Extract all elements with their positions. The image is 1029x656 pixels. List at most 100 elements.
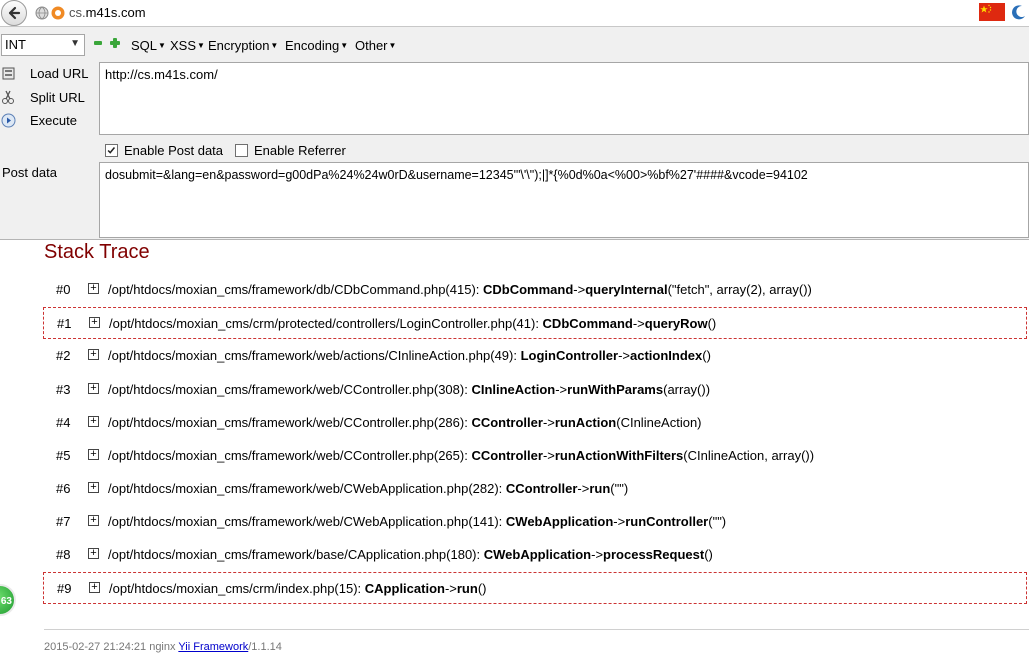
expand-icon[interactable]: + [88, 515, 99, 526]
trace-file: /opt/htdocs/moxian_cms/framework/web/CCo… [108, 448, 472, 463]
expand-icon[interactable]: + [88, 548, 99, 559]
load-url-button[interactable]: Load URL [0, 64, 96, 84]
trace-row[interactable]: #8 + /opt/htdocs/moxian_cms/framework/base… [43, 539, 1027, 571]
checkbox-unchecked-icon[interactable] [235, 144, 248, 157]
trace-row[interactable]: #3 + /opt/htdocs/moxian_cms/framework/web/… [43, 374, 1027, 406]
trace-row[interactable]: #5 + /opt/htdocs/moxian_cms/framework/web/… [43, 440, 1027, 472]
trace-method: actionIndex [630, 348, 703, 363]
expand-icon[interactable]: + [89, 317, 100, 328]
site-icon [51, 6, 65, 20]
trace-row[interactable]: #6 + /opt/htdocs/moxian_cms/framework/web/… [43, 473, 1027, 505]
trace-file: /opt/htdocs/moxian_cms/framework/web/CWe… [108, 481, 506, 496]
trace-file: /opt/htdocs/moxian_cms/framework/web/CCo… [108, 415, 472, 430]
trace-args: ("fetch", array(2), array()) [667, 282, 812, 297]
chevron-down-icon: ▼ [70, 38, 80, 49]
expand-icon[interactable]: + [88, 416, 99, 427]
trace-number: #9 [57, 581, 72, 596]
footer: 2015-02-27 21:24:21 nginx Yii Framework/… [44, 641, 282, 653]
trace-number: #8 [56, 547, 71, 562]
trace-number: #0 [56, 282, 71, 297]
split-url-button[interactable]: Split URL [0, 88, 96, 108]
split-url-label: Split URL [30, 90, 85, 105]
menu-encryption[interactable]: Encryption▼ [208, 38, 278, 53]
post-data-label: Post data [2, 165, 57, 180]
trace-class: CDbCommand [542, 316, 633, 331]
trace-class: CInlineAction [471, 382, 556, 397]
trace-number: #6 [56, 481, 71, 496]
trace-file: /opt/htdocs/moxian_cms/framework/db/CDbC… [108, 282, 483, 297]
trace-row[interactable]: #2 + /opt/htdocs/moxian_cms/framework/web/… [43, 340, 1027, 372]
moon-icon[interactable] [1010, 4, 1027, 21]
menu-other[interactable]: Other▼ [355, 38, 396, 53]
trace-arrow: -> [618, 348, 631, 363]
trace-arrow: -> [542, 448, 555, 463]
expand-icon[interactable]: + [89, 582, 100, 593]
post-data-textarea[interactable]: dosubmit=&lang=en&password=g00dPa%24%24w… [99, 162, 1029, 238]
trace-method: runAction [554, 415, 617, 430]
trace-args: () [704, 547, 713, 562]
load-url-label: Load URL [30, 66, 89, 81]
trace-class: CController [505, 481, 578, 496]
expand-icon[interactable]: + [88, 383, 99, 394]
expand-icon[interactable]: + [88, 349, 99, 360]
trace-class: CController [471, 415, 543, 430]
trace-class: CController [471, 448, 543, 463]
trace-row[interactable]: #9 + /opt/htdocs/moxian_cms/crm/index.php(… [43, 572, 1027, 604]
trace-arrow: -> [444, 581, 457, 596]
execute-icon [1, 113, 16, 128]
address-bar: cs.m41s.com [0, 0, 1029, 27]
yii-framework-link[interactable]: Yii Framework [178, 641, 248, 653]
execute-button[interactable]: Execute [0, 111, 96, 131]
trace-number: #1 [57, 316, 72, 331]
trace-row[interactable]: #4 + /opt/htdocs/moxian_cms/framework/web/… [43, 407, 1027, 439]
trace-code: /opt/htdocs/moxian_cms/framework/web/CWe… [108, 481, 628, 496]
globe-icon[interactable] [35, 6, 49, 20]
checkbox-checked-icon[interactable] [105, 144, 118, 157]
menu-xss[interactable]: XSS▼ [170, 38, 205, 53]
load-url-icon [2, 67, 15, 80]
side-badge[interactable]: 63 [0, 584, 16, 616]
page-title: Stack Trace [44, 241, 150, 263]
type-select-value: INT [5, 37, 26, 52]
trace-class: CDbCommand [483, 282, 574, 297]
menu-encoding[interactable]: Encoding▼ [285, 38, 348, 53]
trace-method: runWithParams [567, 382, 664, 397]
url-display[interactable]: cs.m41s.com [69, 5, 146, 20]
trace-file: /opt/htdocs/moxian_cms/crm/protected/con… [109, 316, 543, 331]
trace-code: /opt/htdocs/moxian_cms/framework/web/CCo… [108, 382, 710, 397]
dropdown-arrow-icon: ▼ [197, 41, 205, 50]
footer-timestamp: 2015-02-27 21:24:21 nginx [44, 641, 179, 653]
url-textarea[interactable]: http://cs.m41s.com/ [99, 62, 1029, 135]
dropdown-arrow-icon: ▼ [388, 41, 397, 50]
footer-divider [44, 629, 1029, 630]
dropdown-arrow-icon: ▼ [340, 41, 349, 50]
trace-code: /opt/htdocs/moxian_cms/crm/index.php(15)… [109, 581, 487, 596]
trace-arrow: -> [577, 481, 590, 496]
dropdown-arrow-icon: ▼ [270, 41, 279, 50]
flag-icon [979, 3, 1005, 21]
enable-post-label: Enable Post data [124, 143, 224, 158]
back-button[interactable] [1, 0, 27, 26]
plus-icon[interactable] [110, 38, 120, 48]
trace-number: #2 [56, 348, 71, 363]
trace-number: #4 [56, 415, 71, 430]
menu-sql[interactable]: SQL▼ [131, 38, 166, 53]
expand-icon[interactable]: + [88, 449, 99, 460]
trace-arrow: -> [591, 547, 604, 562]
trace-code: /opt/htdocs/moxian_cms/framework/web/act… [108, 348, 711, 363]
type-select[interactable]: INT ▼ [1, 34, 85, 56]
trace-code: /opt/htdocs/moxian_cms/framework/web/CCo… [108, 415, 702, 430]
minus-icon[interactable] [94, 41, 102, 45]
hackbar-panel: INT ▼ SQL▼ XSS▼ Encryption▼ Encoding▼ Ot… [0, 27, 1029, 240]
trace-args: ("") [708, 514, 727, 529]
trace-row[interactable]: #0 + /opt/htdocs/moxian_cms/framework/db/C… [43, 274, 1027, 306]
trace-row[interactable]: #7 + /opt/htdocs/moxian_cms/framework/web/… [43, 506, 1027, 538]
expand-icon[interactable]: + [88, 283, 99, 294]
trace-file: /opt/htdocs/moxian_cms/framework/web/act… [108, 348, 521, 363]
trace-arrow: -> [613, 514, 626, 529]
dropdown-arrow-icon: ▼ [158, 41, 166, 50]
trace-file: /opt/htdocs/moxian_cms/framework/web/CWe… [108, 514, 506, 529]
trace-row[interactable]: #1 + /opt/htdocs/moxian_cms/crm/protected/… [43, 307, 1027, 339]
expand-icon[interactable]: + [88, 482, 99, 493]
enable-referrer-label: Enable Referrer [254, 143, 346, 158]
